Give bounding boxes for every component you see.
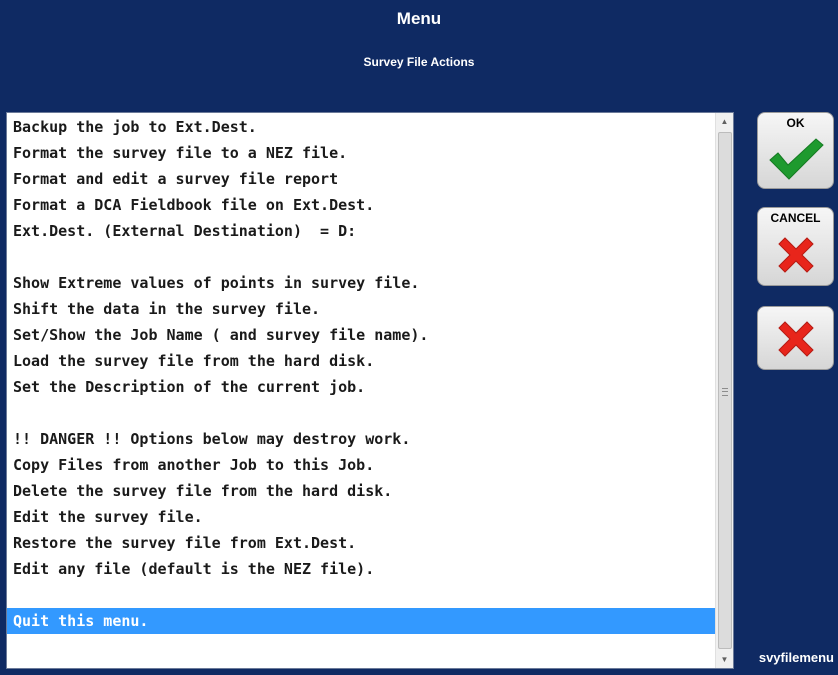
menu-item[interactable]: !! DANGER !! Options below may destroy w… xyxy=(7,426,715,452)
cancel-button[interactable]: CANCEL xyxy=(757,207,834,286)
vertical-scrollbar[interactable]: ▲ ▼ xyxy=(715,113,733,668)
menu-separator xyxy=(7,400,715,426)
scroll-down-arrow-icon[interactable]: ▼ xyxy=(716,651,733,668)
scroll-thumb[interactable] xyxy=(718,132,732,649)
ok-button[interactable]: OK xyxy=(757,112,834,189)
menu-separator xyxy=(7,244,715,270)
page-title: Menu xyxy=(396,9,442,28)
menu-item[interactable]: Delete the survey file from the hard dis… xyxy=(7,478,715,504)
menu-item[interactable]: Format a DCA Fieldbook file on Ext.Dest. xyxy=(7,192,715,218)
menu-item[interactable]: Set the Description of the current job. xyxy=(7,374,715,400)
page-subtitle: Survey File Actions xyxy=(363,55,475,69)
menu-item[interactable]: Quit this menu. xyxy=(7,608,717,634)
cross-icon xyxy=(778,237,814,273)
menu-item[interactable]: Edit any file (default is the NEZ file). xyxy=(7,556,715,582)
menu-item[interactable]: Format and edit a survey file report xyxy=(7,166,715,192)
screen-name-label: svyfilemenu xyxy=(758,650,834,665)
close-button[interactable] xyxy=(757,306,834,370)
menu-item[interactable]: Restore the survey file from Ext.Dest. xyxy=(7,530,715,556)
checkmark-icon xyxy=(769,138,824,180)
cancel-label: CANCEL xyxy=(770,211,821,225)
cross-icon xyxy=(778,321,814,357)
menu-item[interactable]: Load the survey file from the hard disk. xyxy=(7,348,715,374)
menu-item[interactable]: Backup the job to Ext.Dest. xyxy=(7,114,715,140)
menu-item[interactable]: Show Extreme values of points in survey … xyxy=(7,270,715,296)
menu-item[interactable]: Copy Files from another Job to this Job. xyxy=(7,452,715,478)
menu-separator xyxy=(7,582,715,608)
header-bar: Menu Survey File Actions xyxy=(0,0,838,110)
menu-item[interactable]: Ext.Dest. (External Destination) = D: xyxy=(7,218,715,244)
scroll-up-arrow-icon[interactable]: ▲ xyxy=(716,113,733,130)
grip-icon xyxy=(722,387,728,396)
menu-item[interactable]: Format the survey file to a NEZ file. xyxy=(7,140,715,166)
menu-item[interactable]: Edit the survey file. xyxy=(7,504,715,530)
menu-item[interactable]: Set/Show the Job Name ( and survey file … xyxy=(7,322,715,348)
menu-list: Backup the job to Ext.Dest. Format the su… xyxy=(7,113,717,668)
ok-label: OK xyxy=(786,116,805,130)
menu-listbox[interactable]: Backup the job to Ext.Dest. Format the su… xyxy=(6,112,734,669)
menu-item[interactable]: Shift the data in the survey file. xyxy=(7,296,715,322)
